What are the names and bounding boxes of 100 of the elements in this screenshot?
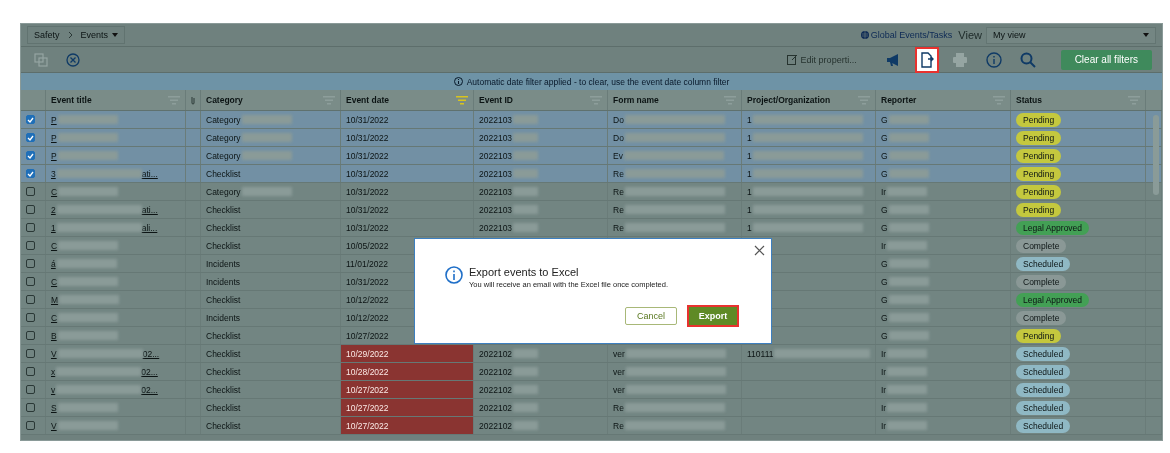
record-link[interactable]: P <box>51 114 57 125</box>
row-checkbox[interactable] <box>26 241 35 250</box>
table-cell: Do <box>613 114 624 125</box>
table-cell: Checklist <box>206 384 241 395</box>
column-header[interactable]: Event ID <box>479 95 513 105</box>
column-header[interactable]: Event title <box>51 95 92 105</box>
row-checkbox[interactable] <box>26 277 35 286</box>
blurred-text <box>888 151 929 160</box>
record-link[interactable]: C <box>51 312 58 323</box>
blurred-text <box>888 277 929 286</box>
blurred-text <box>888 259 929 268</box>
table-cell: Incidents <box>206 276 241 287</box>
table-cell: Ir <box>881 420 887 431</box>
breadcrumb-item[interactable]: Events <box>74 27 125 43</box>
status-label: Pending <box>1016 166 1062 181</box>
column-header[interactable]: Status <box>1016 95 1042 105</box>
row-checkbox[interactable] <box>26 187 35 196</box>
row-checkbox[interactable] <box>26 205 35 214</box>
table-cell: 1 <box>747 132 752 143</box>
row-checkbox[interactable] <box>26 331 35 340</box>
table-cell: 2022103 <box>479 168 513 179</box>
record-link[interactable]: B <box>51 330 57 341</box>
record-link[interactable]: 02... <box>142 348 160 359</box>
row-checkbox[interactable] <box>26 223 35 232</box>
blurred-text <box>58 313 119 322</box>
document-export-icon[interactable] <box>916 48 937 71</box>
table-cell: Incidents <box>206 312 241 323</box>
table-cell: Checklist <box>206 348 241 359</box>
row-checkbox[interactable] <box>26 169 35 178</box>
record-link[interactable]: 02... <box>141 366 158 377</box>
close-icon[interactable] <box>752 243 767 258</box>
record-link[interactable]: 02... <box>141 384 158 395</box>
cancel-button[interactable]: Cancel <box>625 307 677 325</box>
table-cell: G <box>881 222 888 233</box>
export-button[interactable]: Export <box>689 307 737 325</box>
column-header[interactable]: Form name <box>613 95 659 105</box>
column-header[interactable]: Project/Organization <box>747 95 831 105</box>
table-cell: Ir <box>881 366 887 377</box>
record-link[interactable]: P <box>51 132 57 143</box>
row-checkbox[interactable] <box>26 115 35 124</box>
info-icon <box>453 77 463 86</box>
row-checkbox[interactable] <box>26 295 35 304</box>
record-link[interactable]: P <box>51 150 57 161</box>
table-cell: 2022102 <box>479 384 513 395</box>
blurred-text <box>57 421 118 430</box>
record-link[interactable]: á <box>51 258 56 269</box>
filter-icon[interactable] <box>456 95 468 105</box>
record-link[interactable]: ati... <box>141 168 158 179</box>
record-link[interactable]: x <box>51 366 56 377</box>
blurred-text <box>888 313 929 322</box>
table-cell: 1 <box>747 186 752 197</box>
record-link[interactable]: 2 <box>51 204 56 215</box>
record-link[interactable]: ati... <box>141 204 158 215</box>
scrollbar[interactable] <box>1153 115 1159 195</box>
global-events-link[interactable]: Global Events/Tasks <box>870 30 953 40</box>
table-cell: G <box>881 312 888 323</box>
record-link[interactable]: 1 <box>51 222 56 233</box>
record-link[interactable]: V <box>51 348 57 359</box>
table-cell: G <box>881 204 888 215</box>
status-label: Complete <box>1016 274 1067 289</box>
record-link[interactable]: ali... <box>141 222 158 233</box>
breadcrumb-item[interactable]: Safety <box>28 27 66 43</box>
record-link[interactable]: C <box>51 276 58 287</box>
column-header[interactable]: Event date <box>346 95 389 105</box>
row-checkbox[interactable] <box>26 133 35 142</box>
table-cell: Re <box>613 420 624 431</box>
row-checkbox[interactable] <box>26 421 35 430</box>
row-checkbox[interactable] <box>26 403 35 412</box>
row-checkbox[interactable] <box>26 385 35 394</box>
date-cell: 10/28/2022 <box>341 363 474 380</box>
table-cell: ver <box>613 348 625 359</box>
row-checkbox[interactable] <box>26 259 35 268</box>
record-link[interactable]: v <box>51 384 56 395</box>
column-header[interactable]: Reporter <box>881 95 917 105</box>
blurred-text <box>241 115 292 124</box>
globe-icon <box>860 31 869 39</box>
record-link[interactable]: S <box>51 402 57 413</box>
record-link[interactable]: C <box>51 186 58 197</box>
table-cell: G <box>881 276 888 287</box>
row-checkbox[interactable] <box>26 367 35 376</box>
record-link[interactable]: C <box>51 240 58 251</box>
row-checkbox[interactable] <box>26 151 35 160</box>
blurred-text <box>887 421 928 430</box>
record-link[interactable]: V <box>51 420 57 431</box>
info-icon <box>445 266 463 284</box>
record-link[interactable]: 3 <box>51 168 56 179</box>
blurred-text <box>241 151 292 160</box>
table-cell: 2022103 <box>479 114 513 125</box>
blurred-text <box>888 169 929 178</box>
view-dropdown[interactable]: My view <box>986 26 1156 44</box>
table-cell: 2022103 <box>479 186 513 197</box>
date-cell: 10/31/2022 <box>341 165 474 182</box>
row-checkbox[interactable] <box>26 349 35 358</box>
table-cell: 1 <box>747 204 752 215</box>
status-label: Legal Approved <box>1016 220 1090 235</box>
blurred-text <box>513 133 539 142</box>
column-header[interactable]: Category <box>206 95 243 105</box>
record-link[interactable]: M <box>51 294 59 305</box>
row-checkbox[interactable] <box>26 313 35 322</box>
table-cell: Ir <box>881 402 887 413</box>
